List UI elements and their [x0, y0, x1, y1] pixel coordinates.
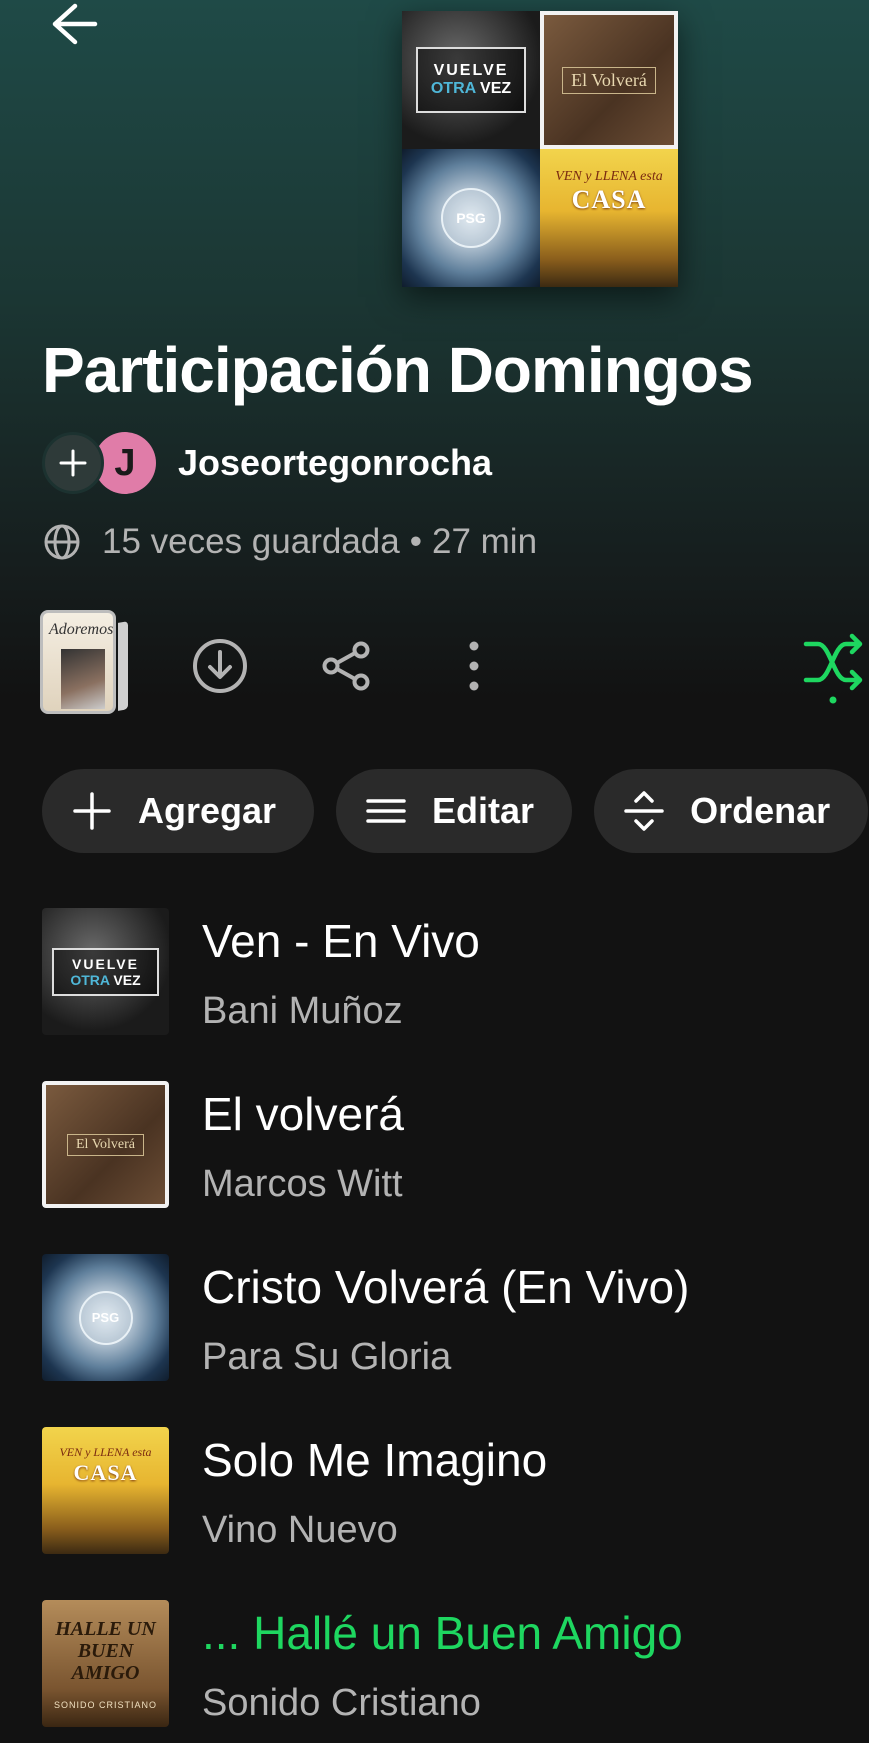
cover-text: OTRA — [430, 80, 476, 97]
cover-text: El Volverá — [562, 66, 656, 94]
track-row[interactable]: PSG Cristo Volverá (En Vivo) Para Su Glo… — [42, 1254, 869, 1427]
ven-y-llena-esta-casa-cover: VEN y LLENA esta CASA — [540, 149, 678, 287]
cover-text: PSG — [441, 188, 501, 248]
playlist-title: Participación Domingos — [42, 334, 754, 406]
playlist-duration: 27 min — [432, 522, 538, 561]
saves-count: 15 veces guardada — [102, 522, 400, 561]
track-artwork: HALLE UN BUEN AMIGO SONIDO CRISTIANO — [42, 1600, 169, 1727]
track-title: Ven - En Vivo — [202, 915, 480, 967]
cover-text: OTRA — [70, 972, 110, 988]
sort-icon — [624, 791, 664, 831]
psg-cover: PSG — [402, 149, 540, 287]
lines-icon — [366, 791, 406, 831]
mini-cover-stack — [118, 621, 128, 711]
mini-cover-photo — [61, 649, 105, 709]
track-artwork: VEN y LLENA esta CASA — [42, 1427, 169, 1554]
chip-label: Agregar — [138, 790, 277, 831]
share-icon — [322, 641, 370, 691]
cover-text: CASA — [73, 1460, 138, 1485]
track-artist: Sonido Cristiano — [202, 1682, 481, 1724]
share-button[interactable] — [315, 634, 379, 698]
cover-text: CASA — [571, 185, 647, 214]
playlist-page: VUELVE OTRA VEZ El Volverá PSG VEN y LLE… — [0, 0, 869, 1743]
track-artist: Para Su Gloria — [202, 1336, 452, 1378]
shuffle-icon — [803, 633, 863, 704]
arrow-left-icon — [52, 3, 98, 45]
track-artist: Marcos Witt — [202, 1163, 403, 1205]
track-artwork: PSG — [42, 1254, 169, 1381]
add-collaborator-button[interactable] — [42, 432, 104, 494]
cover-text: VUELVE — [433, 62, 509, 79]
chip-label: Editar — [432, 790, 535, 831]
playlist-meta: 15 veces guardada • 27 min — [42, 520, 537, 564]
add-chip[interactable]: Agregar — [42, 769, 315, 853]
track-row[interactable]: VEN y LLENA esta CASA Solo Me Imagino Vi… — [42, 1427, 869, 1600]
sort-chip[interactable]: Ordenar — [594, 769, 869, 853]
mini-cover-label: Adoremos — [49, 621, 114, 638]
track-title: Cristo Volverá (En Vivo) — [202, 1261, 690, 1313]
track-artist: Vino Nuevo — [202, 1509, 398, 1551]
edit-chip[interactable]: Editar — [336, 769, 573, 853]
more-vertical-icon — [469, 641, 479, 691]
track-row[interactable]: VUELVE OTRA VEZ Ven - En Vivo Bani Muñoz — [42, 908, 869, 1081]
track-title: ... Hallé un Buen Amigo — [202, 1607, 683, 1659]
track-title: Solo Me Imagino — [202, 1434, 548, 1486]
cover-text: VEZ — [480, 80, 512, 97]
cover-text: VUELVE — [72, 956, 139, 972]
track-title: El volverá — [202, 1088, 404, 1140]
plus-icon — [59, 449, 87, 477]
download-button[interactable] — [188, 634, 252, 698]
action-bar: Adoremos — [40, 610, 869, 720]
back-button[interactable] — [38, 0, 108, 48]
meta-separator: • — [409, 522, 422, 561]
track-row[interactable]: HALLE UN BUEN AMIGO SONIDO CRISTIANO ...… — [42, 1600, 869, 1743]
el-volvera-cover: El Volverá — [540, 11, 678, 149]
chip-label: Ordenar — [690, 790, 831, 831]
more-options-button[interactable] — [442, 634, 506, 698]
mini-cover-thumbnail[interactable]: Adoremos — [40, 610, 116, 714]
plus-icon — [72, 791, 112, 831]
globe-icon — [44, 524, 80, 560]
shuffle-button[interactable] — [800, 630, 869, 706]
cover-text: HALLE UN — [55, 1617, 156, 1640]
track-artist: Bani Muñoz — [202, 990, 403, 1032]
cover-text: El Volverá — [67, 1133, 144, 1156]
playlist-cover-mosaic: VUELVE OTRA VEZ El Volverá PSG VEN y LLE… — [402, 11, 678, 287]
cover-text: VEN y LLENA esta — [59, 1445, 152, 1459]
owner-row: J Joseortegonrocha — [42, 432, 492, 494]
track-artwork: VUELVE OTRA VEZ — [42, 908, 169, 1035]
cover-text: SONIDO CRISTIANO — [53, 1699, 157, 1710]
track-list: VUELVE OTRA VEZ Ven - En Vivo Bani Muñoz… — [42, 908, 869, 1743]
cover-text: BUEN AMIGO — [71, 1639, 140, 1684]
download-icon — [193, 639, 247, 693]
track-artwork: El Volverá — [42, 1081, 169, 1208]
cover-text: PSG — [78, 1290, 133, 1345]
filter-chips: Agregar Editar Ordenar — [42, 769, 869, 853]
cover-text: VEZ — [113, 972, 141, 988]
track-row[interactable]: El Volverá El volverá Marcos Witt — [42, 1081, 869, 1254]
cover-text: VEN y LLENA esta — [555, 169, 663, 184]
owner-name[interactable]: Joseortegonrocha — [178, 442, 492, 484]
vuelve-otra-vez-cover: VUELVE OTRA VEZ — [402, 11, 540, 149]
